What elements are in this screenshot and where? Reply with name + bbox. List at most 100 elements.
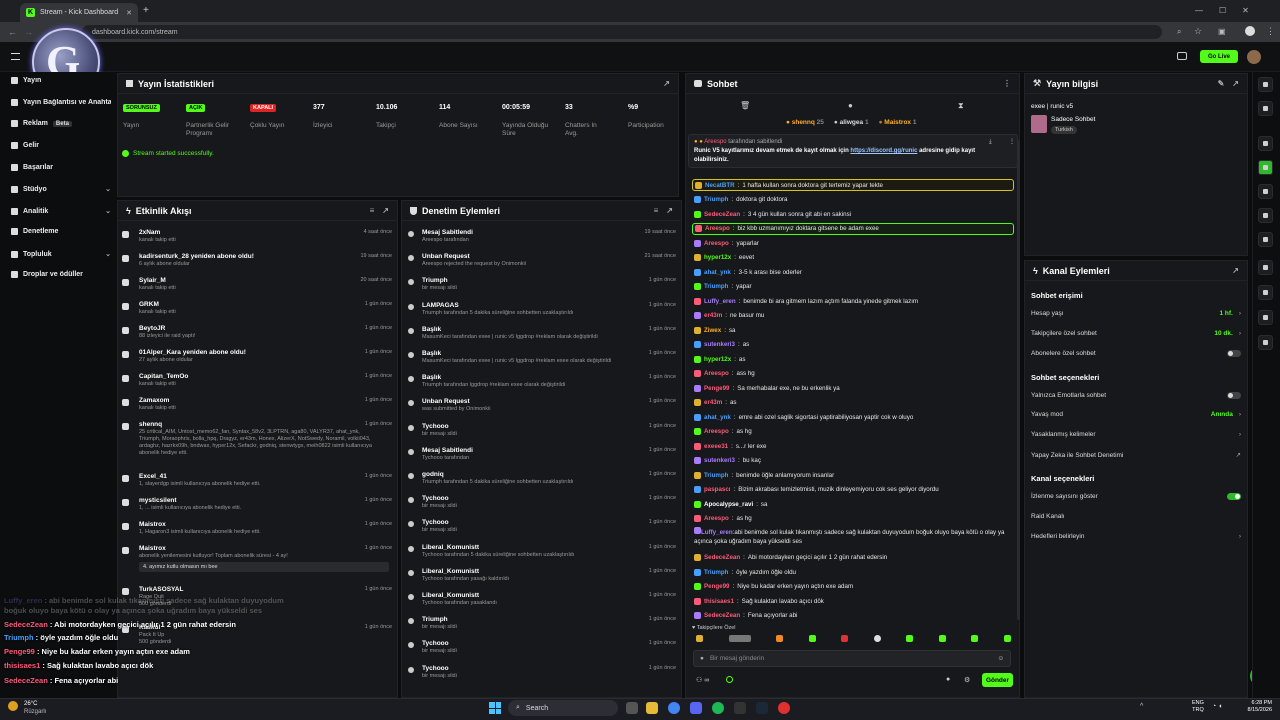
language-indicator[interactable]: ENG TRQ bbox=[1192, 700, 1204, 714]
send-button[interactable]: Gönder bbox=[982, 673, 1013, 687]
subs-only-toggle[interactable] bbox=[1227, 350, 1241, 357]
chat-message[interactable]: SedeceZean: Abi motordayken geçici açılır… bbox=[692, 552, 1014, 564]
chat-username[interactable]: sutenkeri3 bbox=[704, 341, 735, 348]
sidebar-item-stream-key[interactable]: Yayın Bağlantısı ve Anahtarı bbox=[11, 99, 111, 106]
chat-message[interactable]: Penge99: Niye bu kadar erken yayın açtın … bbox=[692, 581, 1014, 593]
chat-message[interactable]: hyper12x: eevet bbox=[692, 252, 1014, 264]
emote-icon[interactable] bbox=[906, 635, 914, 642]
address-bar[interactable]: dashboard.kick.com/stream bbox=[82, 25, 1162, 39]
moderation-row[interactable]: Tychooo bir mesajı sildi 1 gün önce bbox=[406, 423, 676, 437]
steam-icon[interactable] bbox=[756, 702, 768, 714]
chat-username[interactable]: Areespo bbox=[704, 240, 729, 247]
emoji-icon[interactable]: ☺ bbox=[997, 655, 1004, 662]
chat-username[interactable]: hyper12x bbox=[704, 254, 731, 261]
emote-icon[interactable] bbox=[1003, 635, 1011, 642]
qa-hammer-icon[interactable] bbox=[1258, 285, 1273, 300]
activity-row[interactable]: Maistrox abonelik yenilemesini kutluyor! … bbox=[122, 545, 392, 572]
chat-message[interactable]: SedeceZean: Fena açıyorlar abi bbox=[692, 610, 1014, 622]
obs-icon[interactable] bbox=[778, 702, 790, 714]
chat-username[interactable]: NecatBTR bbox=[705, 182, 735, 189]
qa-slot-icon[interactable] bbox=[1258, 136, 1273, 151]
profile-avatar[interactable] bbox=[1245, 26, 1255, 36]
popout-icon[interactable]: ↗ bbox=[1232, 266, 1239, 275]
qa-logout-icon[interactable] bbox=[1258, 77, 1273, 92]
chat-username[interactable]: hyper12x bbox=[704, 356, 731, 363]
moderation-row[interactable]: Liberal_Komunistt Tychooo tarafından yasa… bbox=[406, 592, 676, 606]
chat-username[interactable]: Apocalypse_ravi bbox=[704, 501, 753, 508]
weather-widget[interactable]: 26°C Rüzgarlı bbox=[24, 700, 46, 716]
windows-start-icon[interactable] bbox=[489, 702, 501, 714]
chat-message[interactable]: Triumph: öyle yazdım öğle oldu bbox=[692, 566, 1014, 578]
qa-list-icon[interactable] bbox=[1258, 184, 1273, 199]
slow-mode-row[interactable]: Yavaş mod Anında › bbox=[1031, 411, 1241, 418]
chat-message[interactable]: exeee31: s...r ler exe bbox=[692, 440, 1014, 452]
sidebar-item-community[interactable]: Topluluk ⌄ bbox=[11, 250, 111, 258]
followers-only-row[interactable]: Takipçilere özel sohbet 10 dk. › bbox=[1031, 330, 1241, 337]
go-live-button[interactable]: Go Live bbox=[1200, 50, 1238, 63]
viewer-count-toggle[interactable] bbox=[1227, 493, 1241, 500]
forward-icon[interactable]: → bbox=[24, 27, 33, 37]
top-chatter[interactable]: ● shennq 25 bbox=[786, 119, 824, 126]
chat-username[interactable]: Triumph bbox=[704, 196, 728, 203]
filter-icon[interactable]: ≡ bbox=[654, 206, 659, 215]
moderation-row[interactable]: Triumph bir mesajı sildi 1 gün önce bbox=[406, 616, 676, 630]
moderation-row[interactable]: Tychooo bir mesajı sildi 1 gün önce bbox=[406, 495, 676, 509]
moderation-row[interactable]: Mesaj Sabitlendi Areespo tarafından 19 saa… bbox=[406, 229, 676, 243]
sidebar-item-ads[interactable]: Reklam Beta bbox=[11, 120, 111, 127]
activity-row[interactable]: Sylair_M kanalı takip etti 20 saat önce bbox=[122, 277, 392, 291]
sidebar-item-studio[interactable]: Stüdyo ⌄ bbox=[11, 185, 111, 193]
chat-username[interactable]: Triumph bbox=[704, 569, 728, 576]
activity-row[interactable]: Maistrox 1, Hagaron3 isimli kullanıcıya a… bbox=[122, 521, 392, 535]
chat-scrollbar[interactable] bbox=[1017, 140, 1020, 620]
moderation-row[interactable]: LAMPAGAS Triumph tarafından 5 dakika süre… bbox=[406, 302, 676, 316]
bookmark-star-icon[interactable]: ☆ bbox=[1194, 26, 1202, 37]
moderation-row[interactable]: Mesaj Sabitlendi Tychooo tarafından 1 gün … bbox=[406, 447, 676, 461]
moderation-row[interactable]: godniq Triumph tarafından 5 dakika süreli… bbox=[406, 471, 676, 485]
activity-row[interactable]: BeytoJR 88 izleyici ile raid yaptı! 1 gün … bbox=[122, 325, 392, 339]
chat-message[interactable]: Luffy_eren:abi benimde sol kulak tıkanmı… bbox=[692, 527, 1014, 549]
banned-words-row[interactable]: Yasaklanmış kelimeler › bbox=[1031, 431, 1241, 438]
pinned-link[interactable]: https://discord.gg/runic bbox=[850, 148, 917, 154]
sidebar-item-drops[interactable]: Droplar ve ödüller bbox=[11, 271, 111, 278]
chat-username[interactable]: sutenkeri3 bbox=[704, 457, 735, 464]
chat-message[interactable]: Luffy_eren: benimde bi ara gitmem lazım a… bbox=[692, 295, 1014, 307]
top-chatter[interactable]: ● Maistrox 1 bbox=[879, 119, 917, 126]
chat-users-icon[interactable]: ⚇ ∞ bbox=[696, 676, 709, 684]
chat-message[interactable]: hyper12x: as bbox=[692, 353, 1014, 365]
moderation-row[interactable]: Tychooo bir mesajı sildi 1 gün önce bbox=[406, 519, 676, 533]
chat-menu-icon[interactable]: ⋮ bbox=[1003, 79, 1011, 88]
task-view-icon[interactable] bbox=[626, 702, 638, 714]
chat-message[interactable]: SedeceZean:3 4 gün kullan sonra git abi … bbox=[692, 208, 1014, 220]
settings-gear-icon[interactable]: ⚙ bbox=[964, 676, 970, 684]
moderation-row[interactable]: Tychooo bir mesajı sildi 1 gün önce bbox=[406, 640, 676, 654]
close-window-icon[interactable]: ✕ bbox=[1242, 6, 1249, 16]
qa-layers-icon[interactable] bbox=[1258, 260, 1273, 275]
maximize-icon[interactable]: ☐ bbox=[1219, 6, 1226, 16]
chat-bubble-icon[interactable]: ● bbox=[946, 676, 950, 683]
activity-row[interactable]: Capitan_TemOo kanalı takip etti 1 gün önce bbox=[122, 373, 392, 387]
chat-username[interactable]: er43m bbox=[704, 399, 722, 406]
top-chatter[interactable]: ● aliwgea 1 bbox=[834, 119, 869, 126]
popout-icon[interactable]: ↗ bbox=[666, 206, 673, 215]
minimize-icon[interactable]: — bbox=[1195, 6, 1203, 16]
chat-username[interactable]: ahat_ynk bbox=[704, 414, 731, 421]
zoom-icon[interactable]: ⌕ bbox=[1177, 27, 1181, 37]
chat-message[interactable]: sutenkeri3: bu kaç bbox=[692, 455, 1014, 467]
qa-diamond-icon[interactable] bbox=[1258, 335, 1273, 350]
chat-message[interactable]: Apocalypse_ravi: sa bbox=[692, 498, 1014, 510]
unpin-icon[interactable]: ⤓ bbox=[989, 138, 992, 147]
filter-icon[interactable]: ≡ bbox=[370, 206, 375, 215]
chat-message[interactable]: Areespo: biz kbb uzmanımıyız doktara gits… bbox=[692, 222, 1014, 235]
trash-icon[interactable]: 🗑 bbox=[740, 101, 750, 110]
activity-row[interactable]: mysticsilent 1, ... isimli kullanıcıya ab… bbox=[122, 497, 392, 511]
browser-menu-icon[interactable]: ⋮ bbox=[1266, 26, 1275, 37]
chat-username[interactable]: Luffy_eren bbox=[704, 298, 736, 305]
category-name[interactable]: Sadece Sohbet bbox=[1051, 116, 1095, 123]
chat-message[interactable]: Ziwex: sa bbox=[692, 324, 1014, 336]
qa-bolt-icon[interactable] bbox=[1258, 160, 1273, 175]
moderation-row[interactable]: Liberal_Komunistt Tychooo tarafından 5 da… bbox=[406, 544, 676, 558]
chat-username[interactable]: Penge99 bbox=[704, 583, 729, 590]
moderation-row[interactable]: Başlık MasumKeci tarafından exee | runic … bbox=[406, 350, 676, 364]
moderation-row[interactable]: Triumph bir mesajı sildi 1 gün önce bbox=[406, 277, 676, 291]
file-explorer-icon[interactable] bbox=[646, 702, 658, 714]
